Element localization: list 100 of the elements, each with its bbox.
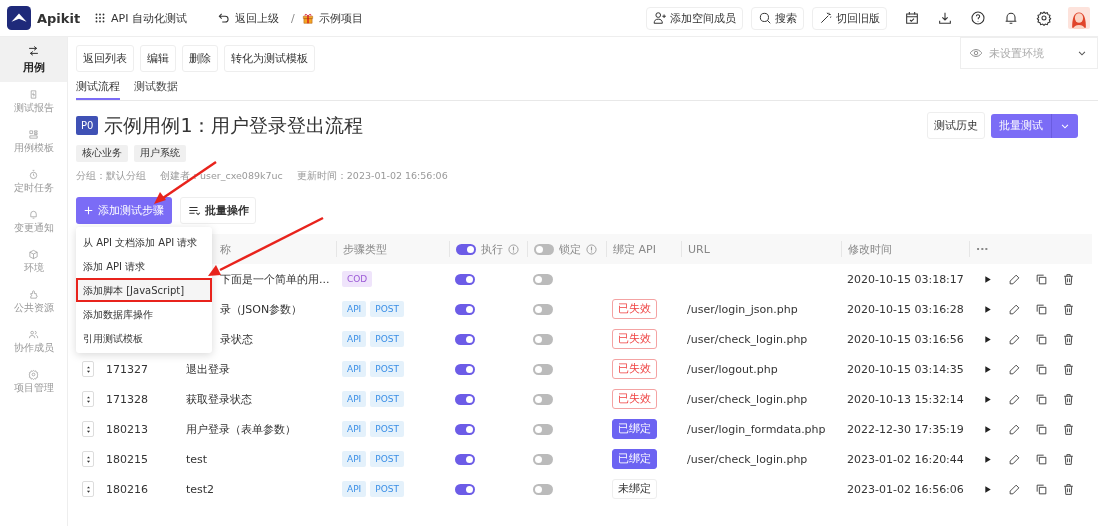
calendar-icon[interactable]: [904, 10, 920, 26]
eye-icon: [969, 46, 983, 60]
delete-icon[interactable]: [1062, 482, 1075, 496]
edit-icon[interactable]: [1008, 302, 1021, 316]
toggle-switch[interactable]: [533, 483, 553, 495]
search-button[interactable]: 搜索: [751, 6, 804, 30]
copy-icon[interactable]: [1035, 302, 1048, 316]
edit-icon[interactable]: [1008, 272, 1021, 286]
download-icon[interactable]: [937, 10, 953, 26]
toggle-switch[interactable]: [533, 273, 553, 285]
type-tag: COD: [342, 271, 373, 287]
drag-handle-icon[interactable]: [82, 481, 94, 497]
drag-handle-icon[interactable]: [82, 391, 94, 407]
table-cell: 171328: [106, 392, 148, 406]
toolbar-button[interactable]: 删除: [182, 45, 218, 72]
delete-icon[interactable]: [1062, 392, 1075, 406]
tab[interactable]: 测试数据: [134, 79, 178, 100]
table-cell: /user/logout.php: [687, 362, 778, 376]
copy-icon[interactable]: [1035, 332, 1048, 346]
delete-icon[interactable]: [1062, 362, 1075, 376]
edit-icon[interactable]: [1008, 422, 1021, 436]
menu-item[interactable]: 添加脚本 [JavaScript]: [76, 278, 212, 302]
drag-handle-icon[interactable]: [82, 451, 94, 467]
toggle-switch[interactable]: [455, 363, 475, 375]
column-header: 锁定: [559, 241, 581, 257]
column-header: 步骤类型: [336, 241, 449, 257]
menu-item[interactable]: 添加数据库操作: [76, 302, 212, 326]
type-tag: POST: [370, 331, 404, 347]
help-icon[interactable]: [970, 10, 986, 26]
toggle-switch[interactable]: [455, 333, 475, 345]
edit-icon[interactable]: [1008, 482, 1021, 496]
delete-icon[interactable]: [1062, 302, 1075, 316]
test-history-button[interactable]: 测试历史: [927, 112, 985, 139]
table-cell: /user/check_login.php: [687, 392, 808, 406]
switch-version-button[interactable]: 切回旧版: [812, 6, 887, 30]
project-link[interactable]: 示例项目: [300, 8, 363, 28]
delete-icon[interactable]: [1062, 332, 1075, 346]
edit-icon[interactable]: [1008, 392, 1021, 406]
settings-icon[interactable]: [1036, 10, 1052, 26]
type-tag: API: [342, 331, 367, 347]
delete-icon[interactable]: [1062, 272, 1075, 286]
case-title: 示例用例1：用户登录登出流程: [104, 112, 364, 138]
toggle-switch[interactable]: [455, 393, 475, 405]
avatar[interactable]: [1068, 7, 1090, 29]
table-cell: /user/login_json.php: [687, 302, 798, 316]
type-tag: POST: [370, 421, 404, 437]
binding-badge: 已绑定: [612, 419, 657, 439]
back-link[interactable]: 返回上级: [210, 8, 285, 28]
batch-test-button[interactable]: 批量测试: [991, 113, 1078, 138]
menu-item[interactable]: 从 API 文档添加 API 请求: [76, 230, 212, 254]
toggle-switch[interactable]: [455, 303, 475, 315]
add-member-button[interactable]: 添加空间成员: [646, 6, 743, 30]
batch-operation-button[interactable]: 批量操作: [180, 197, 256, 224]
column-header: 执行: [481, 241, 503, 257]
toggle-switch[interactable]: [455, 483, 475, 495]
edit-icon[interactable]: [1008, 362, 1021, 376]
magic-wand-icon: [819, 11, 833, 25]
copy-icon[interactable]: [1035, 272, 1048, 286]
grid-icon: [93, 11, 107, 25]
toggle-switch[interactable]: [455, 453, 475, 465]
menu-item[interactable]: 添加 API 请求: [76, 254, 212, 278]
toggle-switch[interactable]: [455, 423, 475, 435]
type-tag: API: [342, 391, 367, 407]
sidebar-item[interactable]: 用例: [0, 37, 67, 82]
type-tag: API: [342, 361, 367, 377]
tab[interactable]: 测试流程: [76, 79, 120, 100]
toggle-switch[interactable]: [533, 423, 553, 435]
add-step-button[interactable]: 添加测试步骤: [76, 197, 172, 224]
copy-icon[interactable]: [1035, 482, 1048, 496]
bell-icon[interactable]: [1003, 10, 1019, 26]
delete-icon[interactable]: [1062, 452, 1075, 466]
binding-badge: 已失效: [612, 389, 657, 409]
toggle-switch[interactable]: [533, 363, 553, 375]
toggle-switch[interactable]: [455, 273, 475, 285]
drag-handle-icon[interactable]: [82, 421, 94, 437]
table-cell: test: [186, 452, 208, 466]
copy-icon[interactable]: [1035, 392, 1048, 406]
edit-icon[interactable]: [1008, 332, 1021, 346]
binding-badge: 已失效: [612, 359, 657, 379]
toggle-switch[interactable]: [533, 453, 553, 465]
menu-item[interactable]: 引用测试模板: [76, 326, 212, 350]
drag-handle-icon[interactable]: [82, 361, 94, 377]
module-switcher[interactable]: API 自动化测试: [87, 8, 193, 28]
type-tag: API: [342, 301, 367, 317]
column-header: URL: [681, 241, 841, 257]
copy-icon[interactable]: [1035, 452, 1048, 466]
edit-icon[interactable]: [1008, 452, 1021, 466]
toolbar-button[interactable]: 转化为测试模板: [224, 45, 315, 72]
toggle-switch[interactable]: [534, 243, 554, 255]
copy-icon[interactable]: [1035, 422, 1048, 436]
copy-icon[interactable]: [1035, 362, 1048, 376]
toolbar-button[interactable]: 返回列表: [76, 45, 134, 72]
toggle-switch[interactable]: [533, 393, 553, 405]
type-tag: API: [342, 481, 367, 497]
toolbar-button[interactable]: 编辑: [140, 45, 176, 72]
toggle-switch[interactable]: [456, 243, 476, 255]
toggle-switch[interactable]: [533, 333, 553, 345]
delete-icon[interactable]: [1062, 422, 1075, 436]
table-cell: 171327: [106, 362, 148, 376]
toggle-switch[interactable]: [533, 303, 553, 315]
